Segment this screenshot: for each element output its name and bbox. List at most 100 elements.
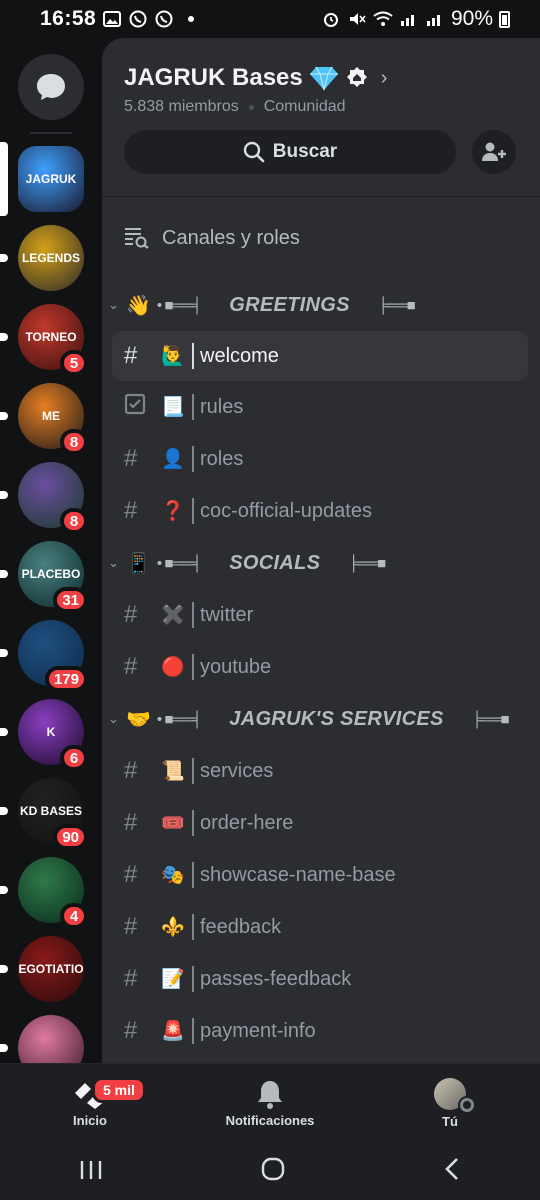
category-name: SOCIALS [229, 551, 321, 574]
chevron-down-icon: ⌄ [108, 555, 119, 570]
server-icon[interactable]: 8 [0, 462, 88, 534]
category-decoration-left: • ■══╡ [156, 554, 202, 572]
hash-icon: # [124, 965, 138, 992]
mention-badge: 4 [60, 903, 88, 929]
status-idle-icon [458, 1096, 476, 1114]
chat-bubble-icon [37, 74, 65, 100]
channels-and-roles-button[interactable]: Canales y roles [102, 197, 540, 279]
channel-payment-info[interactable]: # 🚨 payment-info [112, 1005, 528, 1057]
search-button[interactable]: Buscar [124, 130, 456, 174]
category-header[interactable]: ⌄ 🤝 • ■══╡ JAGRUK'S SERVICES ╞══■ [102, 693, 540, 745]
channel-browse-icon [125, 228, 149, 249]
server-icon[interactable]: KD BASES 90 [0, 778, 88, 850]
channels-and-roles-label: Canales y roles [162, 226, 300, 249]
chevron-down-icon: ⌄ [108, 297, 119, 312]
category-name: GREETINGS [229, 293, 350, 316]
guild-header[interactable]: JAGRUK Bases › 5.838 miembros Comunidad … [102, 38, 540, 174]
channel-emoji: ⚜️ [161, 917, 185, 938]
you-label: Tú [442, 1114, 458, 1129]
signal-icon-2 [425, 10, 445, 28]
unread-indicator [0, 333, 8, 341]
category-decoration-right: ╞══■ [348, 554, 386, 572]
server-icon[interactable]: JAGRUK [0, 142, 84, 216]
channel-name: welcome [200, 344, 279, 367]
direct-messages-button[interactable] [18, 54, 84, 120]
notifications-tab[interactable]: Notificaciones [200, 1079, 340, 1128]
server-icon[interactable]: NEGOTIATION [0, 936, 84, 1002]
server-icon[interactable] [0, 1015, 84, 1063]
category-header[interactable]: ⌄ 👋 • ■══╡ GREETINGS ╞══■ [102, 279, 540, 331]
channel-coc-official-updates[interactable]: # ❓ coc-official-updates [112, 485, 528, 537]
separator-dot [248, 104, 254, 110]
back-icon[interactable] [443, 1156, 461, 1188]
channel-passes-feedback[interactable]: # 📝 passes-feedback [112, 953, 528, 1005]
category-decoration-right: ╞══■ [471, 710, 510, 728]
mention-badge: 8 [60, 429, 88, 455]
unread-indicator [0, 807, 8, 815]
hash-icon: # [124, 497, 138, 524]
channel-emoji: 📝 [161, 969, 185, 990]
server-icon[interactable]: TORNEO 5 [0, 304, 88, 376]
system-navigation [0, 1143, 540, 1200]
unread-indicator [0, 254, 8, 262]
server-icon[interactable]: 179 [0, 620, 88, 692]
invite-members-button[interactable] [472, 130, 516, 174]
you-tab[interactable]: Tú [380, 1078, 520, 1129]
channel-feedback[interactable]: # ⚜️ feedback [112, 901, 528, 953]
home-unread-badge: 5 mil [92, 1077, 146, 1103]
unread-indicator [0, 491, 8, 499]
bottom-navigation: 5 mil Inicio Notificaciones Tú [0, 1063, 540, 1143]
channel-roles[interactable]: # 👤 roles [112, 433, 528, 485]
channel-name: order-here [200, 811, 294, 834]
mention-badge: 5 [60, 350, 88, 376]
server-avatar-text: K [46, 725, 56, 739]
channel-name: coc-official-updates [200, 499, 372, 522]
mention-badge: 8 [60, 508, 88, 534]
channel-youtube[interactable]: # 🔴 youtube [112, 641, 528, 693]
channel-services[interactable]: # 📜 services [112, 745, 528, 797]
channel-divider [192, 602, 194, 628]
channel-showcase-name-base[interactable]: # 🎭 showcase-name-base [112, 849, 528, 901]
home-tab[interactable]: 5 mil Inicio [20, 1077, 160, 1128]
server-rail: JAGRUK LEGENDS TORNEO 5 ME 8 8 PLACEBO 31 179 K 6 KD… [0, 38, 102, 1063]
category-decoration-right: ╞══■ [377, 296, 416, 314]
channel-divider [192, 1018, 194, 1044]
channel-emoji: 📃 [161, 397, 185, 418]
channel-order-here[interactable]: # 🎟️ order-here [112, 797, 528, 849]
rail-separator [30, 132, 72, 134]
channel-twitter[interactable]: # ✖️ twitter [112, 589, 528, 641]
channel-welcome[interactable]: # 🙋‍♂️ welcome [112, 331, 528, 381]
hash-icon: # [124, 809, 138, 836]
hash-icon: # [124, 861, 138, 888]
category-header[interactable]: ⌄ 📱 • ■══╡ SOCIALS ╞══■ [102, 537, 540, 589]
gallery-notification-icon [102, 10, 122, 28]
hash-icon: # [124, 601, 138, 628]
mention-badge: 31 [53, 587, 88, 613]
channel-divider [192, 810, 194, 836]
server-avatar: JAGRUK [18, 146, 84, 212]
add-user-icon [482, 142, 506, 161]
diamond-icon [309, 66, 338, 91]
recent-apps-icon[interactable] [79, 1156, 103, 1188]
server-icon[interactable]: PLACEBO 31 [0, 541, 88, 613]
hash-icon: # [124, 913, 138, 940]
server-icon[interactable]: 4 [0, 857, 88, 929]
server-avatar-text: TORNEO [25, 330, 77, 344]
server-icon[interactable]: LEGENDS [0, 225, 84, 291]
server-avatar-text: ME [42, 409, 60, 423]
category-name: JAGRUK'S SERVICES [229, 707, 444, 730]
channel-divider [192, 446, 194, 472]
guild-name[interactable]: JAGRUK Bases [124, 64, 303, 92]
selected-indicator [0, 142, 8, 216]
server-avatar-text: LEGENDS [21, 251, 80, 265]
channel-name: services [200, 759, 274, 782]
channel-emoji: 🚨 [161, 1021, 185, 1042]
home-circle-icon[interactable] [261, 1156, 285, 1188]
community-icon [346, 67, 367, 87]
search-label: Buscar [272, 141, 338, 162]
channel-emoji: 🙋‍♂️ [161, 346, 185, 367]
channel-rules[interactable]: 📃 rules [112, 381, 528, 433]
channel-name: feedback [200, 915, 282, 938]
server-icon[interactable]: ME 8 [0, 383, 88, 455]
server-icon[interactable]: K6 [0, 699, 88, 771]
